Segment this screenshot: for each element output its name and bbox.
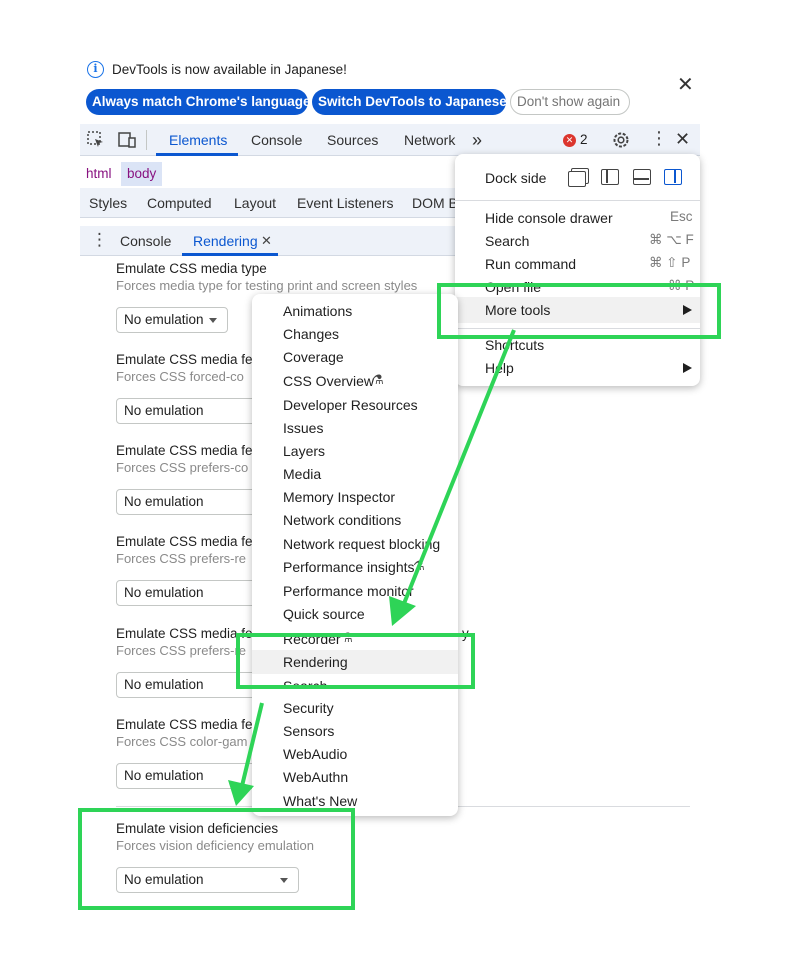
annotation-arrows [228,329,516,806]
annotation-arrowhead [389,596,416,626]
annotation-arrow-line [240,702,264,787]
annotation-arrow-line [401,329,516,607]
annotation-arrowhead [228,780,254,806]
